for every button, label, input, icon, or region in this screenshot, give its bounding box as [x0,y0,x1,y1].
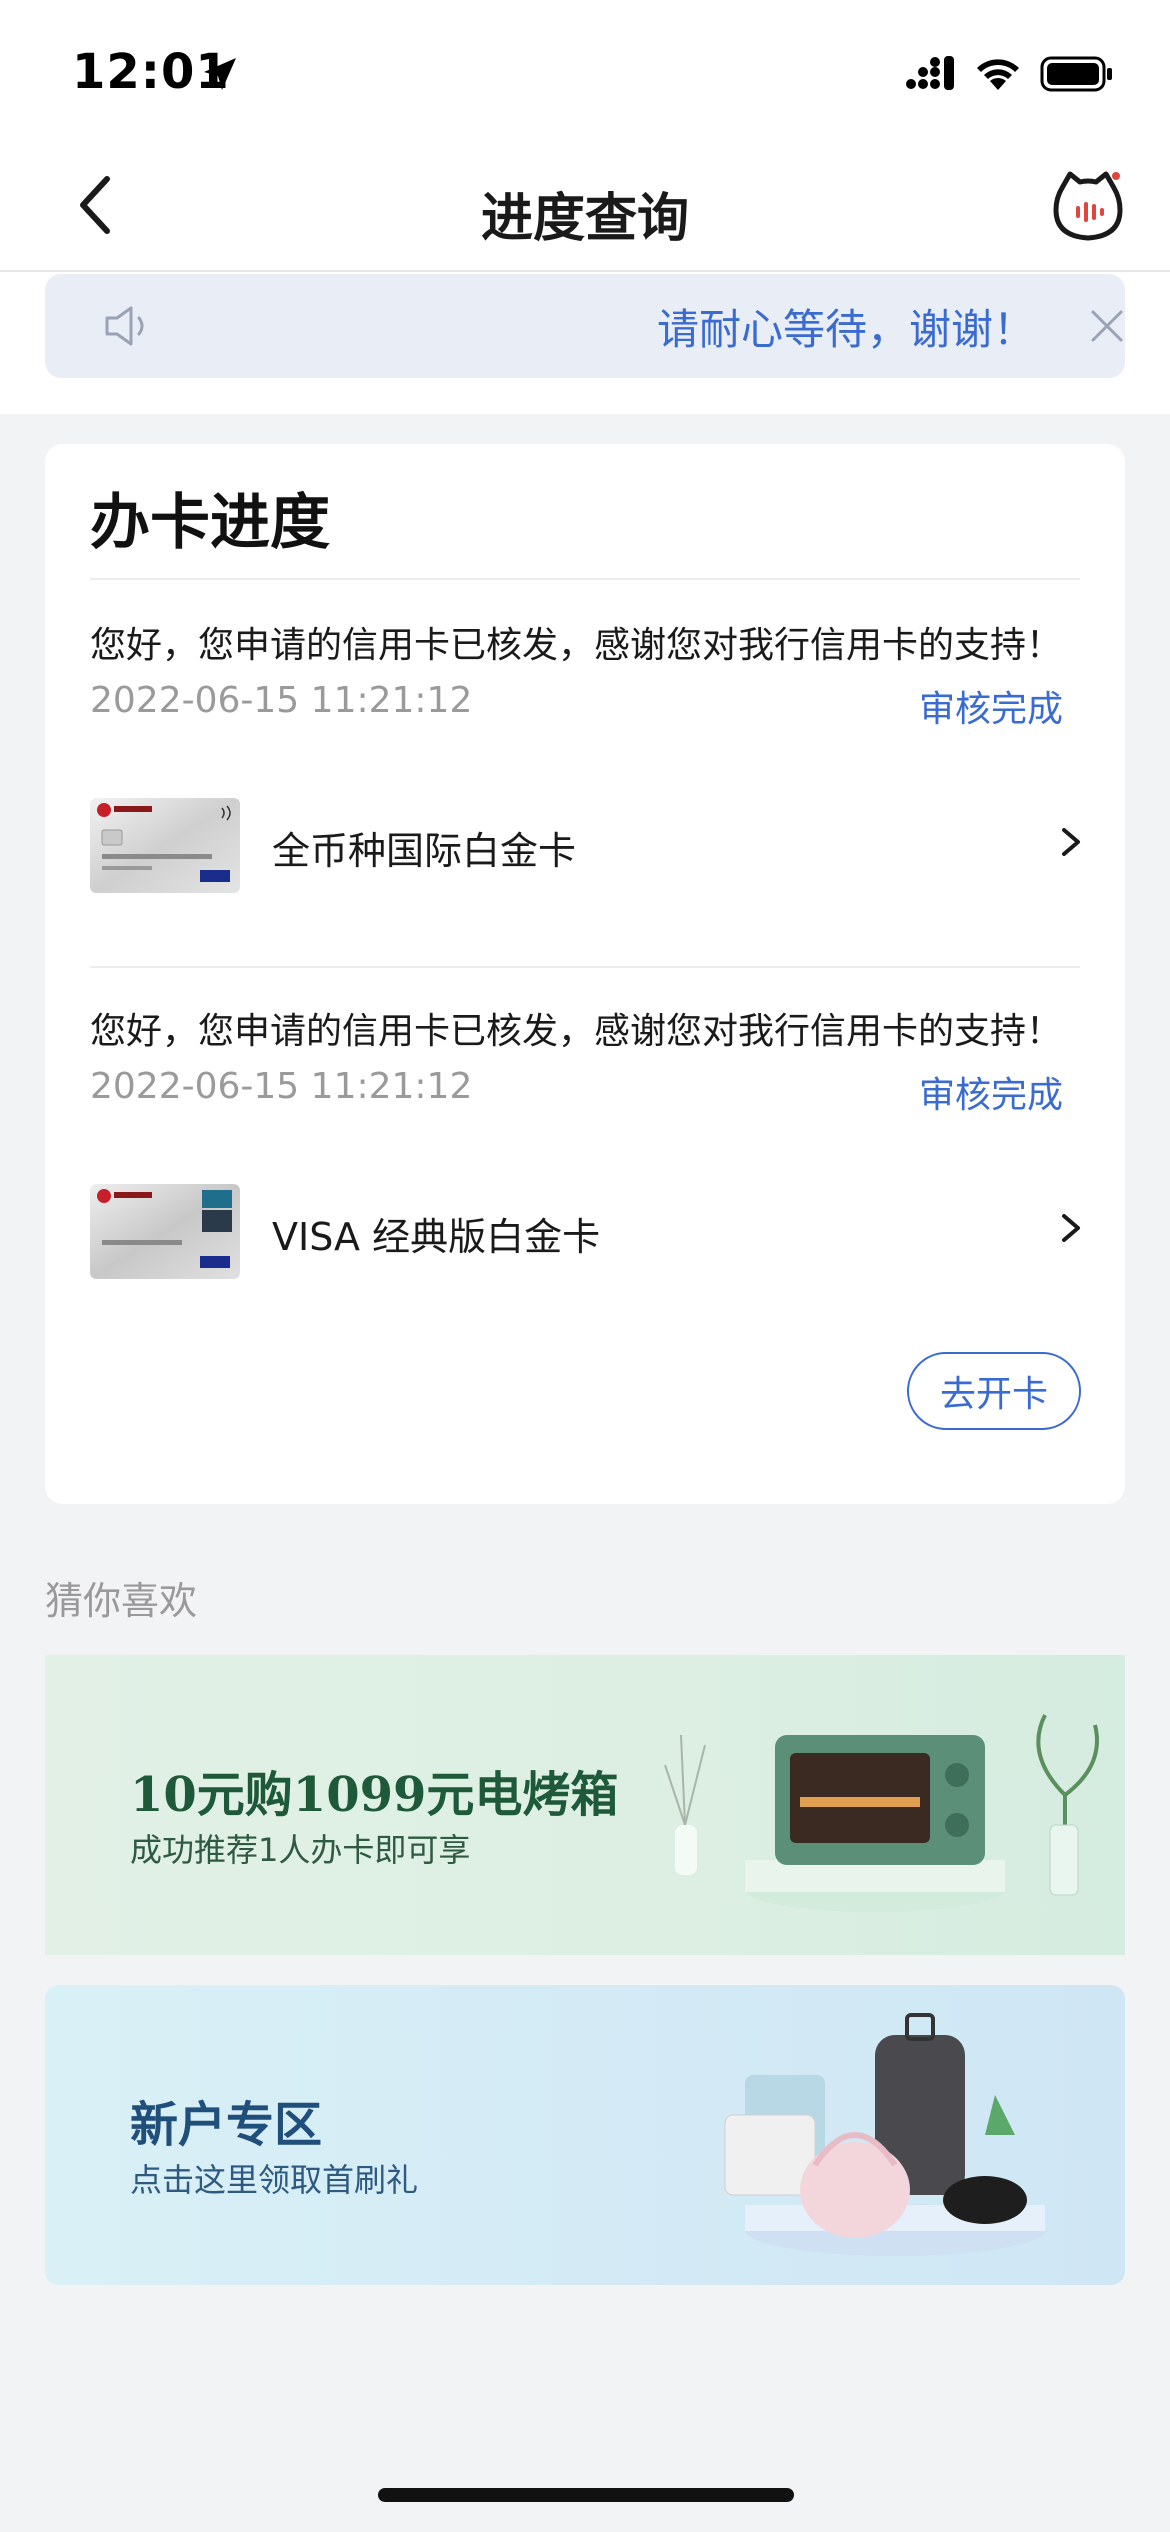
wifi-icon [977,59,1019,90]
card-thumbnail [90,1184,240,1279]
progress-time: 2022-06-15 11:21:12 [90,1066,473,1107]
divider [90,966,1080,968]
card-name: 全币种国际白金卡 [272,829,577,873]
status-label: 审核完成 [918,689,1063,730]
banner-subtitle: 成功推荐1人办卡即可享 [130,1831,471,1869]
progress-card-title: 办卡进度 [90,488,330,558]
progress-card: 办卡进度 您好，您申请的信用卡已核发，感谢您对我行信用卡的支持！ 2022-06… [45,444,1125,1504]
status-bar: 12:01 [0,0,1170,140]
promo-banner-oven[interactable]: 10元购1099元电烤箱 成功推荐1人办卡即可享 [45,1655,1125,1955]
chevron-right-icon [1062,1214,1080,1242]
section-title: 猜你喜欢 [45,1579,198,1623]
gifts-illustration [724,2013,1045,2256]
notice-text: 请耐心等待，谢谢！ [656,305,1035,354]
progress-time: 2022-06-15 11:21:12 [90,680,473,721]
battery-icon [1040,56,1112,92]
notice-marquee: 请耐心等待，谢谢！ [215,274,1035,378]
banner-title: 10元购1099元电烤箱 [130,1767,619,1823]
banner-title: 新户专区 [130,2097,323,2153]
card-item-row[interactable]: 全币种国际白金卡 [90,788,1090,898]
navigation-bar: 进度查询 [0,140,1170,272]
page-title: 进度查询 [480,189,689,249]
promo-banner-new-user[interactable]: 新户专区 点击这里领取首刷礼 [45,1985,1125,2285]
cellular-signal-icon [906,56,954,90]
status-label: 审核完成 [918,1075,1063,1116]
progress-message: 您好，您申请的信用卡已核发，感谢您对我行信用卡的支持！ [90,1011,1063,1052]
customer-service-icon[interactable] [1050,168,1126,244]
notice-bar: 请耐心等待，谢谢！ [45,274,1125,378]
card-name: VISA 经典版白金卡 [272,1215,601,1259]
location-arrow-icon [204,58,236,90]
open-card-button[interactable]: 去开卡 [907,1352,1081,1430]
divider [90,578,1080,580]
card-item-row[interactable]: VISA 经典版白金卡 [90,1174,1090,1284]
close-icon[interactable] [1085,304,1125,348]
header-area: 12:01 进度查询 请耐心等待，谢谢！ [0,0,1170,414]
banner-subtitle: 点击这里领取首刷礼 [130,2161,419,2199]
card-thumbnail [90,798,240,893]
chevron-right-icon [1062,828,1080,856]
progress-message: 您好，您申请的信用卡已核发，感谢您对我行信用卡的支持！ [90,625,1063,666]
speaker-icon [105,306,144,346]
oven-illustration [664,1714,1099,1912]
home-indicator[interactable] [378,2488,794,2502]
